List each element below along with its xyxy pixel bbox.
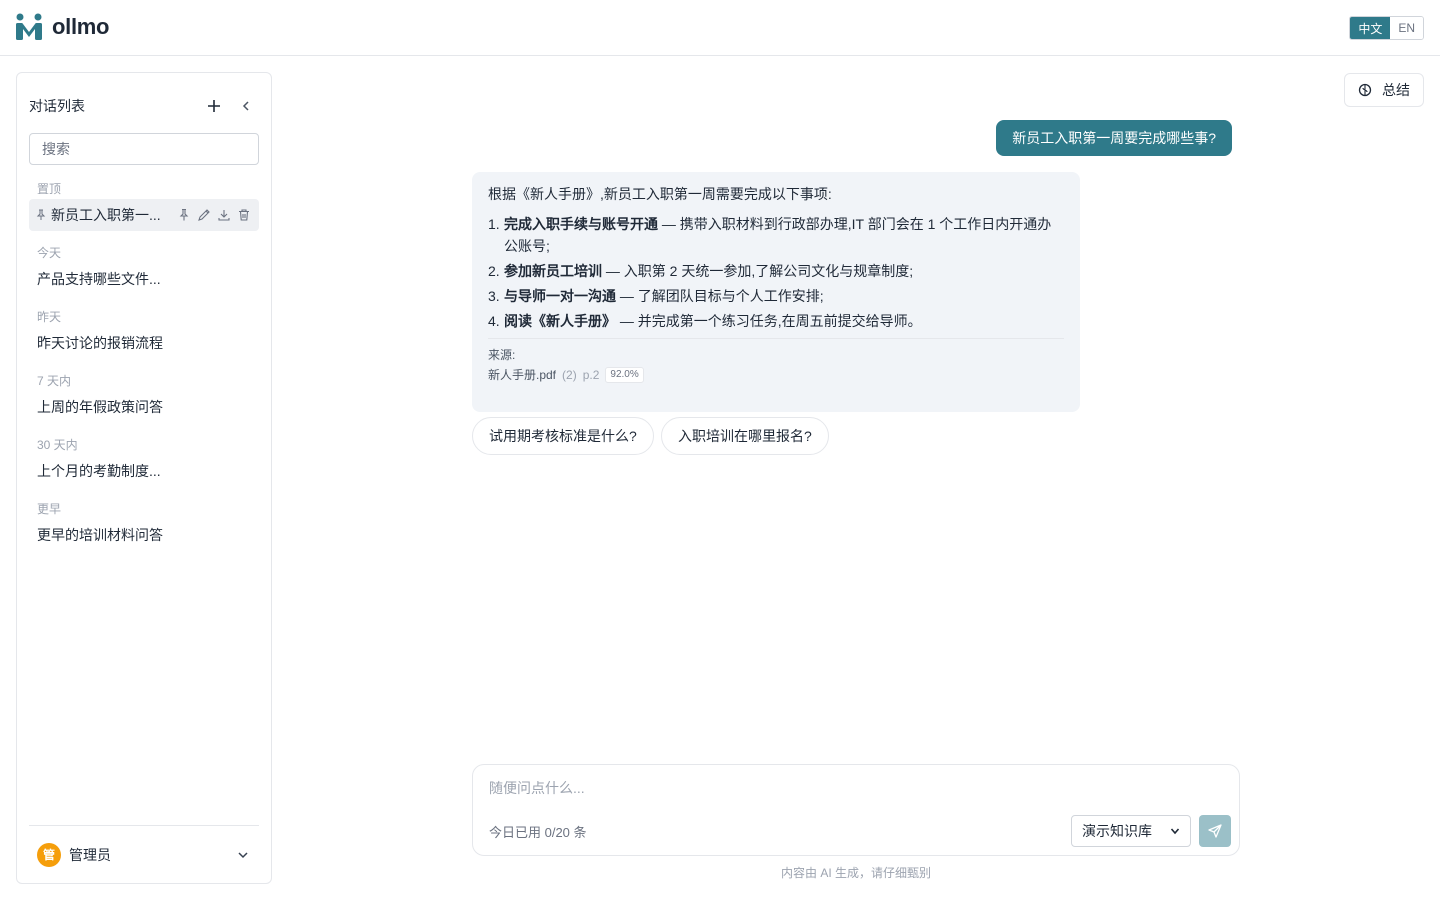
source-file: 新人手册.pdf — [488, 368, 557, 382]
collapse-sidebar-button[interactable] — [233, 93, 259, 119]
usage-counter: 今日已用 0/20 条 — [489, 825, 587, 840]
suggestion-chip[interactable]: 试用期考核标准是什么? — [472, 417, 654, 455]
user-menu[interactable]: 管 管理员 — [29, 825, 259, 883]
logo-icon — [16, 13, 42, 40]
ai-disclaimer: 内容由 AI 生成，请仔细甄别 — [780, 866, 931, 880]
composer: 今日已用 0/20 条 演示知识库 — [472, 764, 1240, 856]
chevron-down-icon — [1170, 828, 1180, 835]
list-item: 4. 阅读《新人手册》 — 并完成第一个练习任务,在周五前提交给导师。 — [488, 313, 922, 329]
top-bar: ollmo 中文 EN — [0, 0, 1440, 56]
conversation-sidebar: 对话列表 置顶 新员工入职第一... 今天 产品支持哪些文件... 昨天 昨天讨… — [16, 72, 272, 884]
summary-label: 总结 — [1382, 82, 1410, 98]
edit-icon[interactable] — [197, 208, 211, 222]
unpin-icon[interactable] — [177, 208, 191, 222]
new-conversation-button[interactable] — [201, 93, 227, 119]
lang-en-button[interactable]: EN — [1390, 17, 1423, 39]
knowledge-base-value: 演示知识库 — [1082, 823, 1152, 839]
sidebar-title: 对话列表 — [29, 98, 85, 114]
delete-icon[interactable] — [237, 208, 251, 222]
sources-label: 来源: — [488, 348, 516, 362]
list-item: 1. 完成入职手续与账号开通 — 携带入职材料到行政部办理,IT 部门会在 1 个… — [488, 216, 1052, 254]
send-button[interactable] — [1199, 815, 1231, 847]
user-message: 新员工入职第一周要完成哪些事? — [996, 120, 1232, 156]
list-item: 3. 与导师一对一沟通 — 了解团队目标与个人工作安排; — [488, 288, 824, 304]
group-label-7-days: 7 天内 — [37, 374, 72, 388]
pin-icon — [35, 209, 49, 221]
avatar: 管 — [37, 842, 61, 867]
app-name: ollmo — [52, 14, 110, 39]
sidebar-header: 对话列表 — [29, 93, 259, 119]
conversation-item[interactable]: 昨天讨论的报销流程 — [29, 327, 259, 359]
conversation-item[interactable]: 上周的年假政策问答 — [29, 391, 259, 423]
conversation-label: 新员工入职第一... — [51, 207, 161, 223]
source-page: p.2 — [582, 368, 600, 382]
conversation-item[interactable]: 产品支持哪些文件... — [29, 263, 259, 295]
conversation-actions — [177, 208, 251, 222]
send-icon — [1208, 824, 1222, 838]
source-count: (2) — [562, 368, 577, 382]
summary-button[interactable]: 总结 — [1344, 73, 1424, 107]
conversation-item-pinned[interactable]: 新员工入职第一... — [29, 199, 259, 231]
list-item: 2. 参加新员工培训 — 入职第 2 天统一参加,了解公司文化与规章制度; — [488, 263, 914, 279]
lang-zh-button[interactable]: 中文 — [1350, 17, 1391, 39]
assistant-list: 1. 完成入职手续与账号开通 — 携带入职材料到行政部办理,IT 部门会在 1 个… — [488, 213, 1064, 332]
group-label-yesterday: 昨天 — [37, 310, 62, 324]
app-logo[interactable]: ollmo — [14, 12, 109, 42]
conversation-item[interactable]: 更早的培训材料问答 — [29, 519, 259, 551]
group-label-pinned: 置顶 — [37, 182, 62, 196]
message-input[interactable] — [489, 777, 1189, 799]
chevron-down-icon[interactable] — [233, 845, 253, 865]
plus-icon — [208, 100, 220, 112]
group-label-earlier: 更早 — [37, 502, 62, 516]
group-label-today: 今天 — [37, 246, 62, 260]
source-reference[interactable]: 新人手册.pdf (2) p.2 92.0% — [488, 365, 1064, 385]
group-label-30-days: 30 天内 — [37, 438, 78, 452]
language-switch: 中文 EN — [1349, 16, 1424, 40]
user-name: 管理员 — [69, 846, 111, 863]
sources: 来源: 新人手册.pdf (2) p.2 92.0% — [488, 338, 1064, 385]
suggestion-chip[interactable]: 入职培训在哪里报名? — [661, 417, 829, 455]
assistant-message: 根据《新人手册》,新员工入职第一周需要完成以下事项: 1. 完成入职手续与账号开通… — [472, 172, 1080, 412]
conversation-groups: 置顶 新员工入职第一... 今天 产品支持哪些文件... 昨天 昨天讨论的报销流… — [29, 179, 259, 563]
brain-icon — [1358, 83, 1372, 97]
download-icon[interactable] — [217, 208, 231, 222]
chevron-left-icon — [242, 101, 249, 111]
search-input[interactable] — [29, 133, 259, 165]
assistant-intro: 根据《新人手册》,新员工入职第一周需要完成以下事项: — [488, 186, 832, 202]
conversation-item[interactable]: 上个月的考勤制度... — [29, 455, 259, 487]
knowledge-base-select[interactable]: 演示知识库 — [1071, 815, 1191, 847]
source-score-badge: 92.0% — [605, 367, 644, 383]
